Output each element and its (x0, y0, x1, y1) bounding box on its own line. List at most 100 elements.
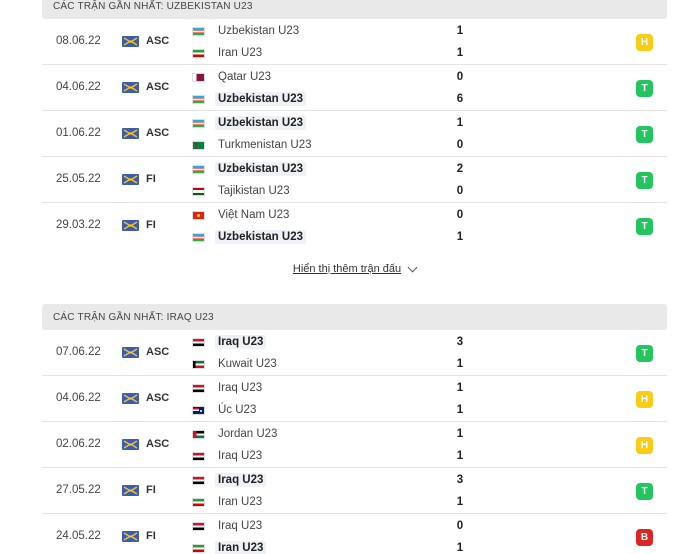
match-row[interactable]: 24.05.22 FI Iraq U23 Iran U23 0 1 B (42, 514, 667, 554)
match-row[interactable]: 01.06.22 ASC Uzbekistan U23 Turkmenistan… (42, 111, 667, 157)
away-team-name: Iraq U23 (218, 450, 263, 462)
home-team-name: Việt Nam U23 (218, 209, 290, 221)
away-team[interactable]: Uzbekistan U23 (192, 89, 307, 109)
home-team[interactable]: Iraq U23 (192, 470, 267, 490)
away-score: 1 (456, 542, 464, 554)
home-team[interactable]: Jordan U23 (192, 424, 280, 444)
away-score: 1 (456, 404, 464, 416)
uzb-flag-icon (192, 118, 205, 128)
away-team[interactable]: Iran U23 (192, 538, 267, 554)
match-row[interactable]: 25.05.22 FI Uzbekistan U23 Tajikistan U2… (42, 157, 667, 203)
h2h-form-panel: CÁC TRẬN GẦN NHẤT: UZBEKISTAN U23 08.06.… (42, 0, 667, 554)
competition-icon (122, 439, 139, 450)
competition-icon (122, 220, 139, 231)
match-row[interactable]: 08.06.22 ASC Uzbekistan U23 Iran U23 1 1… (42, 19, 667, 65)
home-team[interactable]: Qatar U23 (192, 67, 274, 87)
home-score: 0 (456, 209, 464, 221)
home-score: 3 (456, 474, 464, 486)
competition-code: ASC (146, 81, 170, 93)
away-team-name: Iran U23 (218, 47, 263, 59)
irn-flag-icon (192, 497, 205, 507)
qat-flag-icon (192, 72, 205, 82)
show-more-link[interactable]: Hiển thị thêm trận đấu (292, 262, 418, 275)
tkm-flag-icon (192, 140, 205, 150)
home-team-name: Uzbekistan U23 (215, 116, 307, 130)
match-date: 07.06.22 (56, 346, 101, 358)
home-team-name: Uzbekistan U23 (218, 25, 300, 37)
uzb-flag-icon (192, 26, 205, 36)
match-list: 08.06.22 ASC Uzbekistan U23 Iran U23 1 1… (42, 19, 667, 249)
match-date: 25.05.22 (56, 173, 101, 185)
home-score: 1 (456, 25, 464, 37)
away-score: 0 (456, 139, 464, 151)
result-badge: T (636, 80, 653, 97)
competition-code: FI (146, 173, 156, 185)
match-row[interactable]: 04.06.22 ASC Iraq U23 Úc U23 1 1 H (42, 376, 667, 422)
competition-icon (122, 531, 139, 542)
irq-flag-icon (192, 451, 205, 461)
away-team[interactable]: Úc U23 (192, 400, 259, 420)
away-team[interactable]: Iraq U23 (192, 446, 265, 466)
away-score: 1 (456, 231, 464, 243)
home-score: 3 (456, 336, 464, 348)
away-score: 1 (456, 496, 464, 508)
competition-icon (122, 128, 139, 139)
result-badge: H (636, 437, 653, 454)
match-date: 08.06.22 (56, 35, 101, 47)
home-team[interactable]: Uzbekistan U23 (192, 21, 302, 41)
home-score: 1 (456, 117, 464, 129)
home-team[interactable]: Iraq U23 (192, 332, 267, 352)
irn-flag-icon (192, 543, 205, 553)
show-more-label: Hiển thị thêm trận đấu (292, 263, 402, 275)
competition-code: ASC (146, 346, 170, 358)
away-team[interactable]: Iran U23 (192, 492, 265, 512)
home-team-name: Qatar U23 (218, 71, 272, 83)
match-date: 27.05.22 (56, 484, 101, 496)
away-team[interactable]: Tajikistan U23 (192, 181, 293, 201)
result-badge: H (636, 391, 653, 408)
jor-flag-icon (192, 429, 205, 439)
match-row[interactable]: 02.06.22 ASC Jordan U23 Iraq U23 1 1 H (42, 422, 667, 468)
result-badge: H (636, 34, 653, 51)
away-team[interactable]: Uzbekistan U23 (192, 227, 307, 247)
home-team-name: Iraq U23 (218, 520, 263, 532)
competition-code: FI (146, 219, 156, 231)
irq-flag-icon (192, 475, 205, 485)
away-team-name: Uzbekistan U23 (215, 92, 307, 106)
home-team[interactable]: Iraq U23 (192, 378, 265, 398)
home-team[interactable]: Việt Nam U23 (192, 205, 292, 225)
competition-icon (122, 82, 139, 93)
home-team-name: Uzbekistan U23 (215, 162, 307, 176)
result-badge: T (636, 218, 653, 235)
competition-code: FI (146, 530, 156, 542)
away-team[interactable]: Iran U23 (192, 43, 265, 63)
match-date: 04.06.22 (56, 392, 101, 404)
match-date: 24.05.22 (56, 530, 101, 542)
result-badge: T (636, 126, 653, 143)
home-team[interactable]: Uzbekistan U23 (192, 159, 307, 179)
away-team-name: Iran U23 (218, 496, 263, 508)
irn-flag-icon (192, 48, 205, 58)
match-row[interactable]: 27.05.22 FI Iraq U23 Iran U23 3 1 T (42, 468, 667, 514)
match-row[interactable]: 04.06.22 ASC Qatar U23 Uzbekistan U23 0 … (42, 65, 667, 111)
home-team-name: Iraq U23 (215, 473, 267, 487)
away-team-name: Iran U23 (215, 541, 267, 554)
home-score: 1 (456, 428, 464, 440)
home-team[interactable]: Iraq U23 (192, 516, 265, 536)
match-row[interactable]: 29.03.22 FI Việt Nam U23 Uzbekistan U23 … (42, 203, 667, 249)
vnm-flag-icon (192, 210, 205, 220)
section-header: CÁC TRẬN GẦN NHẤT: IRAQ U23 (42, 304, 667, 330)
show-more-row: Hiển thị thêm trận đấu (42, 249, 667, 289)
home-score: 0 (456, 520, 464, 532)
match-date: 01.06.22 (56, 127, 101, 139)
away-team[interactable]: Turkmenistan U23 (192, 135, 315, 155)
competition-code: ASC (146, 392, 170, 404)
match-date: 04.06.22 (56, 81, 101, 93)
away-team[interactable]: Kuwait U23 (192, 354, 280, 374)
away-score: 6 (456, 93, 464, 105)
home-score: 2 (456, 163, 464, 175)
home-team[interactable]: Uzbekistan U23 (192, 113, 307, 133)
match-row[interactable]: 07.06.22 ASC Iraq U23 Kuwait U23 3 1 T (42, 330, 667, 376)
away-team-name: Úc U23 (218, 404, 257, 416)
competition-code: ASC (146, 35, 170, 47)
